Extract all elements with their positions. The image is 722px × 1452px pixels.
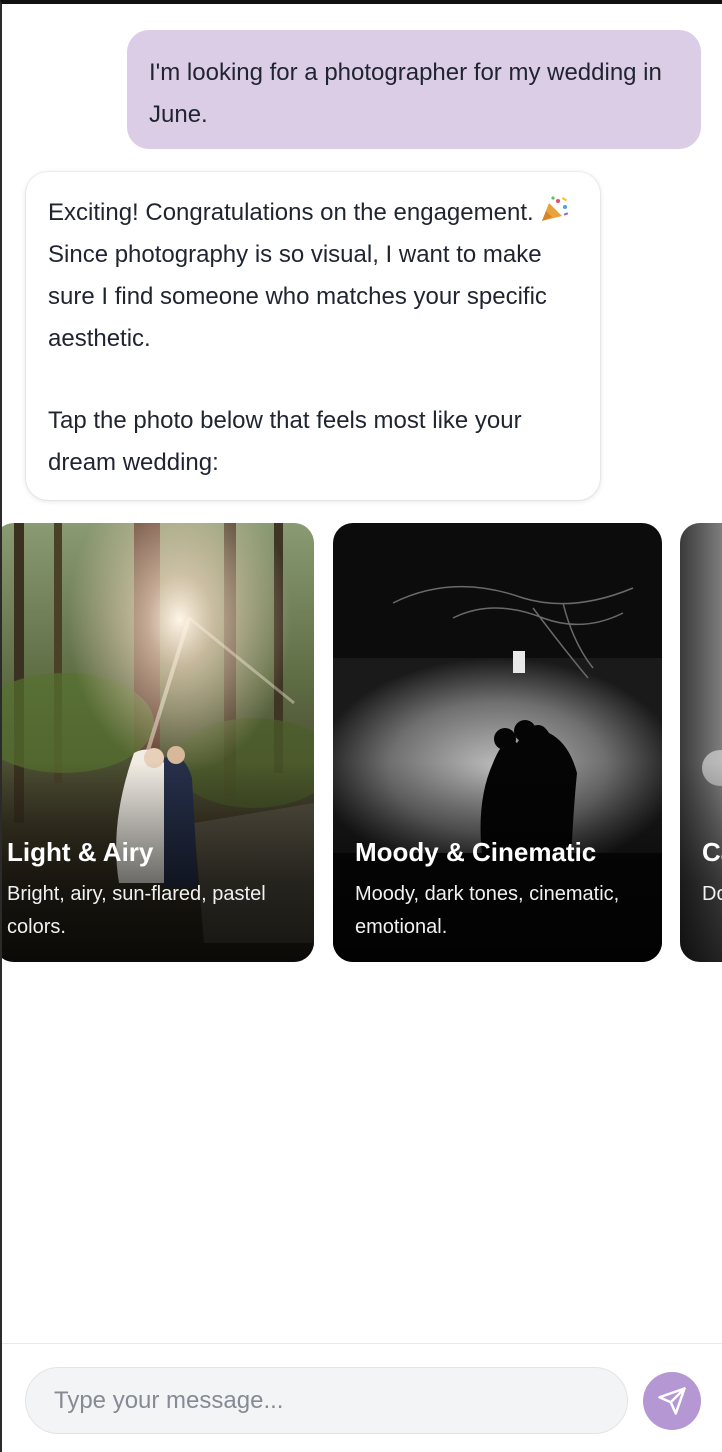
style-carousel[interactable]: Light & Airy Bright, airy, sun-flared, p… <box>2 523 722 963</box>
style-card-title: Light & Airy <box>7 837 154 867</box>
assistant-message-text-start: Exciting! Congratulations on the engagem… <box>48 199 534 226</box>
party-popper-icon <box>542 196 569 221</box>
assistant-message-prompt: Tap the photo below that feels most like… <box>48 407 522 476</box>
user-message-bubble: I'm looking for a photographer for my we… <box>127 30 701 149</box>
chat-screen: I'm looking for a photographer for my we… <box>0 0 722 1452</box>
style-card-moody-cinematic[interactable]: Moody & Cinematic Moody, dark tones, cin… <box>333 523 662 962</box>
assistant-message-paragraph: Exciting! Congratulations on the engagem… <box>48 192 578 360</box>
message-input[interactable] <box>25 1367 628 1434</box>
style-card-light-airy[interactable]: Light & Airy Bright, airy, sun-flared, p… <box>2 523 314 962</box>
style-card-description: Bright, airy, sun-flared, pastel colors. <box>7 883 266 938</box>
style-card-description: Do & v <box>702 883 722 905</box>
style-card-description: Moody, dark tones, cinematic, emotional. <box>355 883 620 938</box>
send-icon <box>658 1387 686 1415</box>
style-card-partial[interactable]: Ca Do & v <box>680 523 722 962</box>
send-button[interactable] <box>643 1372 701 1430</box>
style-card-title: Moody & Cinematic <box>355 837 597 867</box>
user-message-text: I'm looking for a photographer for my we… <box>149 59 662 128</box>
style-card-title: Ca <box>702 837 722 867</box>
message-composer <box>2 1343 722 1452</box>
assistant-message-text-end: Since photography is so visual, I want t… <box>48 241 547 352</box>
assistant-message-bubble: Exciting! Congratulations on the engagem… <box>26 172 600 500</box>
